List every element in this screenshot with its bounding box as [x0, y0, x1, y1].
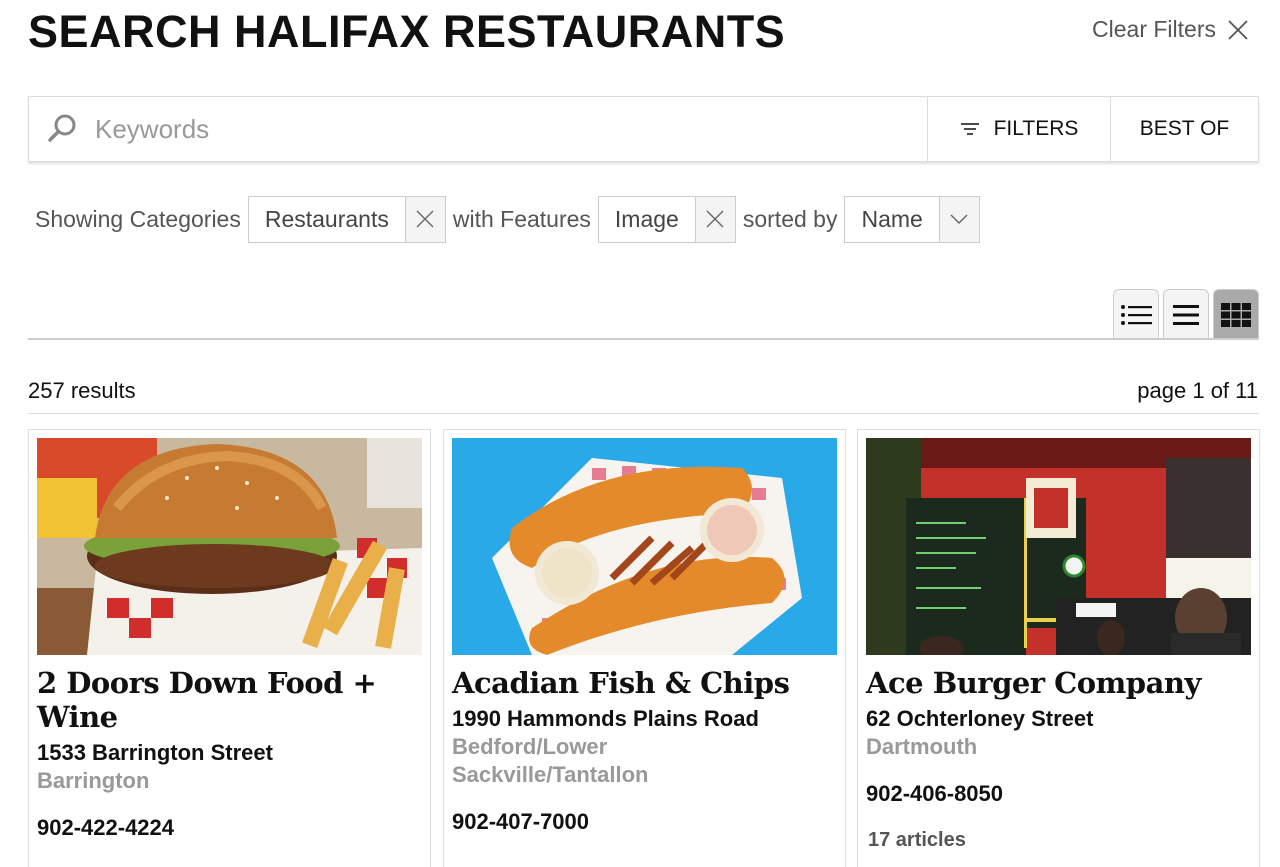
close-icon [1228, 19, 1248, 40]
list-compact-icon [1173, 304, 1199, 325]
restaurant-card[interactable]: 2 Doors Down Food + Wine 1533 Barrington… [28, 429, 431, 867]
sort-select[interactable]: Name [844, 195, 980, 243]
feature-chip-label: Image [614, 205, 679, 232]
remove-category-button[interactable] [404, 196, 445, 242]
category-chip-label: Restaurants [264, 205, 389, 232]
divider [28, 413, 1259, 414]
sort-dropdown-button[interactable] [938, 196, 979, 242]
restaurant-photo[interactable] [866, 438, 1251, 655]
restaurant-photo[interactable] [452, 438, 837, 655]
articles-count[interactable]: 17 articles [866, 829, 1251, 852]
restaurant-area[interactable]: Dartmouth [866, 733, 1251, 761]
restaurant-phone: 902-422-4224 [37, 815, 175, 840]
category-chip: Restaurants [247, 195, 446, 243]
divider [28, 338, 1259, 340]
best-of-button[interactable]: BEST OF [1110, 97, 1258, 161]
close-icon [416, 210, 434, 228]
restaurant-card[interactable]: Ace Burger Company 62 Ochterloney Street… [857, 429, 1260, 867]
search-icon [48, 114, 76, 142]
restaurant-area[interactable]: Bedford/Lower Sackville/Tantallon [452, 733, 692, 789]
page-title: SEARCH HALIFAX RESTAURANTS [28, 6, 786, 57]
restaurant-area[interactable]: Barrington [37, 767, 422, 795]
restaurant-phone: 902-407-7000 [452, 809, 590, 834]
active-filters-row: Showing Categories Restaurants with Feat… [35, 195, 987, 243]
feature-chip: Image [597, 195, 736, 243]
filters-button[interactable]: FILTERS [927, 97, 1110, 161]
restaurant-photo[interactable] [37, 438, 422, 655]
clear-filters-button[interactable]: Clear Filters [1092, 16, 1250, 43]
restaurant-name[interactable]: Acadian Fish & Chips [452, 666, 837, 700]
sorted-by-text: sorted by [742, 205, 838, 232]
sort-value: Name [861, 205, 923, 232]
restaurant-name[interactable]: 2 Doors Down Food + Wine [37, 666, 422, 734]
showing-categories-text: Showing Categories [35, 205, 241, 232]
list-bulleted-icon [1121, 304, 1152, 325]
clear-filters-label: Clear Filters [1092, 16, 1216, 42]
view-toggles [1113, 289, 1259, 339]
restaurant-address: 62 Ochterloney Street [866, 706, 1094, 731]
remove-feature-button[interactable] [694, 196, 735, 242]
close-icon [706, 210, 724, 228]
restaurant-name[interactable]: Ace Burger Company [866, 666, 1251, 700]
chevron-down-icon [950, 214, 968, 224]
search-input-wrap [29, 97, 927, 161]
grid-view-button[interactable] [1213, 289, 1259, 339]
restaurant-phone: 902-406-8050 [866, 781, 1004, 806]
filter-icon [960, 123, 979, 135]
compact-view-button[interactable] [1163, 289, 1209, 339]
results-count: 257 results [28, 378, 136, 403]
list-view-button[interactable] [1113, 289, 1159, 339]
page-indicator: page 1 of 11 [1137, 378, 1258, 403]
grid-icon [1221, 302, 1251, 327]
with-features-text: with Features [452, 205, 591, 232]
restaurant-address: 1533 Barrington Street [37, 740, 273, 765]
filters-label: FILTERS [993, 117, 1079, 140]
restaurant-address: 1990 Hammonds Plains Road [452, 706, 759, 731]
search-bar: FILTERS BEST OF [28, 96, 1259, 162]
search-input[interactable] [95, 113, 927, 145]
restaurant-card[interactable]: Acadian Fish & Chips 1990 Hammonds Plain… [443, 429, 846, 867]
